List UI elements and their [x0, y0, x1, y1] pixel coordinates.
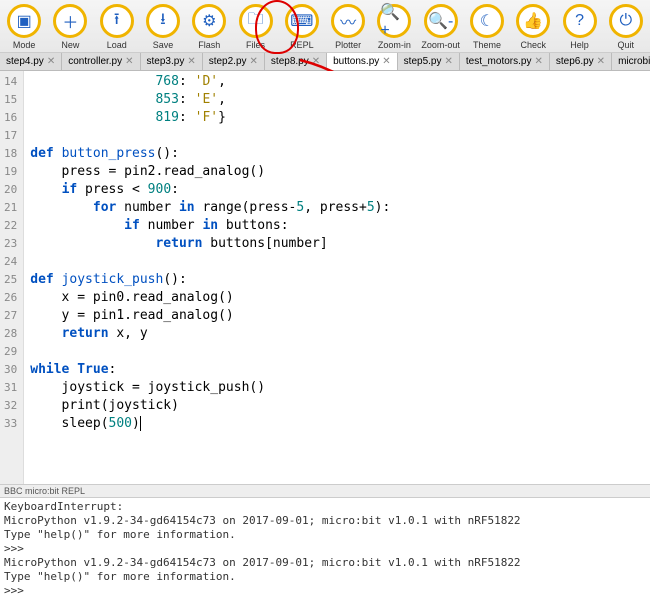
files-button[interactable]: 🗀 Files [233, 4, 277, 50]
code-line-16[interactable]: 819: 'F'} [30, 109, 390, 127]
tab-step3py[interactable]: step3.py✕ [141, 53, 203, 70]
line-gutter: 1415161718192021222324252627282930313233 [0, 71, 24, 484]
mode-button[interactable]: ▣ Mode [2, 4, 46, 50]
files-label: Files [246, 40, 265, 50]
code-line-30[interactable]: while True: [30, 361, 390, 379]
repl-icon: ⌨ [285, 4, 319, 38]
save-button[interactable]: ⭳ Save [141, 4, 185, 50]
theme-icon: ☾ [470, 4, 504, 38]
close-icon[interactable]: ✕ [47, 56, 55, 67]
code-line-19[interactable]: press = pin2.read_analog() [30, 163, 390, 181]
code-line-15[interactable]: 853: 'E', [30, 91, 390, 109]
code-line-18[interactable]: def button_press(): [30, 145, 390, 163]
code-line-31[interactable]: joystick = joystick_push() [30, 379, 390, 397]
tab-controllerpy[interactable]: controller.py✕ [62, 53, 140, 70]
zoom-in-label: Zoom-in [378, 40, 411, 50]
code-line-20[interactable]: if press < 900: [30, 181, 390, 199]
code-line-24[interactable] [30, 253, 390, 271]
files-icon: 🗀 [239, 4, 273, 38]
tab-step4py[interactable]: step4.py✕ [0, 53, 62, 70]
tab-bar: step4.py✕controller.py✕step3.py✕step2.py… [0, 53, 650, 71]
code-line-14[interactable]: 768: 'D', [30, 73, 390, 91]
toolbar: ▣ Mode ＋ New ⭱ Load ⭳ Save ⚙ Flash 🗀 Files ⌨ REPL 〰 Plo… [0, 0, 650, 53]
check-label: Check [520, 40, 546, 50]
theme-label: Theme [473, 40, 501, 50]
code-line-26[interactable]: x = pin0.read_analog() [30, 289, 390, 307]
check-button[interactable]: 👍 Check [511, 4, 555, 50]
close-icon[interactable]: ✕ [187, 56, 195, 67]
tab-test_motorspy[interactable]: test_motors.py✕ [460, 53, 550, 70]
zoom-out-button[interactable]: 🔍- Zoom-out [419, 4, 463, 50]
plotter-icon: 〰 [331, 4, 365, 38]
code-line-17[interactable] [30, 127, 390, 145]
code-editor[interactable]: 1415161718192021222324252627282930313233… [0, 71, 650, 484]
close-icon[interactable]: ✕ [125, 56, 133, 67]
close-icon[interactable]: ✕ [534, 56, 542, 67]
new-button[interactable]: ＋ New [48, 4, 92, 50]
code-line-28[interactable]: return x, y [30, 325, 390, 343]
check-icon: 👍 [516, 4, 550, 38]
help-label: Help [570, 40, 589, 50]
code-area[interactable]: 768: 'D', 853: 'E', 819: 'F'} def button_… [24, 71, 396, 484]
zoom-out-label: Zoom-out [421, 40, 460, 50]
zoom-in-button[interactable]: 🔍+ Zoom-in [372, 4, 416, 50]
quit-icon: ⏻ [609, 4, 643, 38]
code-line-21[interactable]: for number in range(press-5, press+5): [30, 199, 390, 217]
save-icon: ⭳ [146, 4, 180, 38]
tab-step2py[interactable]: step2.py✕ [203, 53, 265, 70]
zoom-out-icon: 🔍- [424, 4, 458, 38]
plotter-label: Plotter [335, 40, 361, 50]
tab-buttonspy[interactable]: buttons.py✕ [327, 53, 398, 70]
plotter-button[interactable]: 〰 Plotter [326, 4, 370, 50]
tab-step5py[interactable]: step5.py✕ [398, 53, 460, 70]
close-icon[interactable]: ✕ [444, 56, 452, 67]
close-icon[interactable]: ✕ [382, 56, 390, 67]
code-line-29[interactable] [30, 343, 390, 361]
load-button[interactable]: ⭱ Load [95, 4, 139, 50]
code-line-25[interactable]: def joystick_push(): [30, 271, 390, 289]
help-icon: ? [563, 4, 597, 38]
mode-label: Mode [13, 40, 36, 50]
tab-step8py[interactable]: step8.py✕ [265, 53, 327, 70]
code-line-33[interactable]: sleep(500) [30, 415, 390, 433]
new-label: New [61, 40, 79, 50]
theme-button[interactable]: ☾ Theme [465, 4, 509, 50]
repl-output[interactable]: KeyboardInterrupt: MicroPython v1.9.2-34… [0, 497, 650, 600]
code-line-22[interactable]: if number in buttons: [30, 217, 390, 235]
tab-microbitepy[interactable]: microbite.py✕ [612, 53, 650, 70]
repl-label: REPL [290, 40, 314, 50]
new-icon: ＋ [53, 4, 87, 38]
quit-label: Quit [618, 40, 635, 50]
flash-label: Flash [198, 40, 220, 50]
load-icon: ⭱ [100, 4, 134, 38]
code-line-23[interactable]: return buttons[number] [30, 235, 390, 253]
save-label: Save [153, 40, 174, 50]
flash-button[interactable]: ⚙ Flash [187, 4, 231, 50]
flash-icon: ⚙ [192, 4, 226, 38]
close-icon[interactable]: ✕ [312, 56, 320, 67]
close-icon[interactable]: ✕ [597, 56, 605, 67]
repl-header: BBC micro:bit REPL [0, 484, 650, 497]
quit-button[interactable]: ⏻ Quit [604, 4, 648, 50]
close-icon[interactable]: ✕ [250, 56, 258, 67]
code-line-27[interactable]: y = pin1.read_analog() [30, 307, 390, 325]
zoom-in-icon: 🔍+ [377, 4, 411, 38]
tab-step6py[interactable]: step6.py✕ [550, 53, 612, 70]
mode-icon: ▣ [7, 4, 41, 38]
load-label: Load [107, 40, 127, 50]
help-button[interactable]: ? Help [557, 4, 601, 50]
repl-button[interactable]: ⌨ REPL [280, 4, 324, 50]
code-line-32[interactable]: print(joystick) [30, 397, 390, 415]
